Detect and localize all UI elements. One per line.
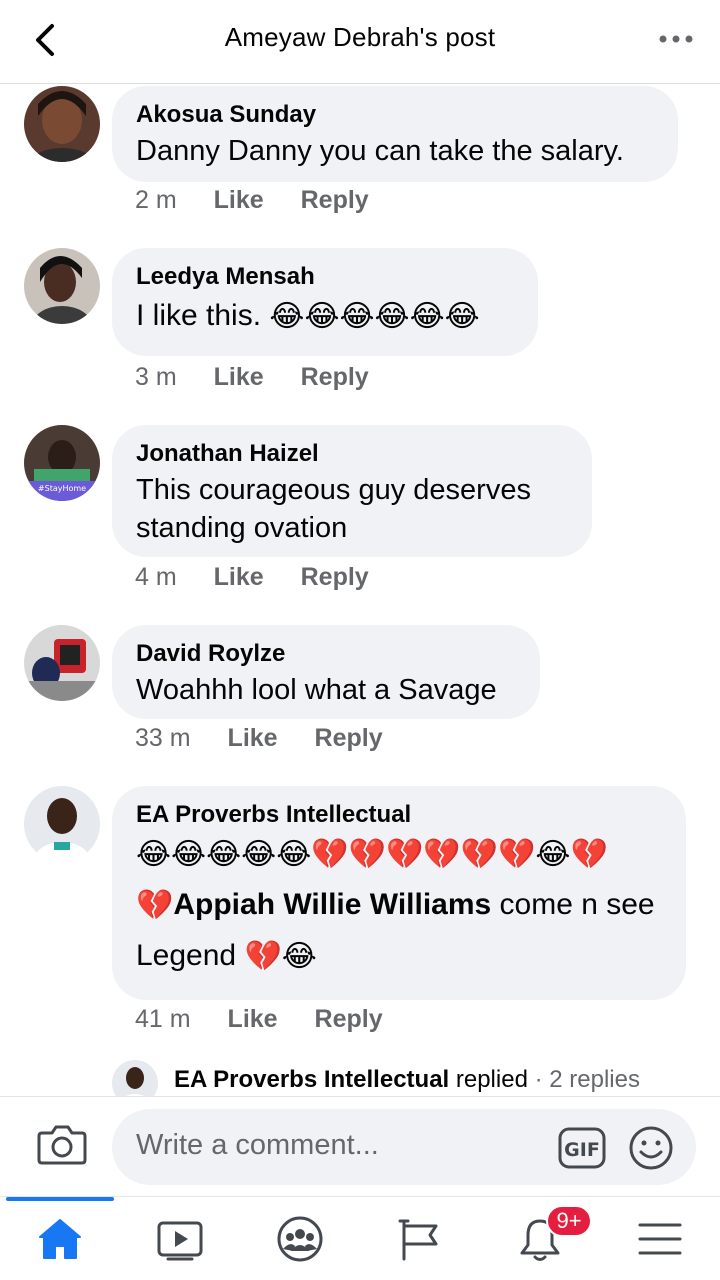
- comment-author[interactable]: David Roylze: [136, 639, 516, 669]
- tab-notifications[interactable]: 9+: [480, 1197, 600, 1280]
- tab-pages[interactable]: [360, 1197, 480, 1280]
- comment-input-placeholder: Write a comment...: [136, 1129, 379, 1161]
- like-button[interactable]: Like: [228, 1005, 278, 1034]
- flag-icon: [398, 1219, 438, 1261]
- emoji-sequence: 😂😂😂😂😂💔💔💔💔💔💔😂💔: [136, 837, 608, 873]
- tab-watch[interactable]: [120, 1197, 240, 1280]
- comment-bubble[interactable]: Akosua Sunday Danny Danny you can take t…: [112, 86, 678, 182]
- comment-time: 4 m: [135, 563, 177, 591]
- comment-meta: 2 m Like Reply: [135, 186, 399, 215]
- replies-summary: EA Proverbs Intellectual replied · 2 rep…: [174, 1066, 640, 1094]
- mention-link[interactable]: Appiah Willie Williams: [173, 888, 491, 921]
- like-button[interactable]: Like: [214, 186, 264, 215]
- comment-bubble[interactable]: Jonathan Haizel This courageous guy dese…: [112, 425, 592, 557]
- comment-text-line-3: Legend 💔😂: [136, 934, 662, 979]
- reply-count: · 2 replies: [527, 1066, 640, 1093]
- menu-icon: [638, 1223, 682, 1255]
- comment-text-after-mention: come n see: [491, 888, 655, 922]
- comment-time: 2 m: [135, 186, 177, 214]
- broken-heart-emoji: 💔: [136, 888, 174, 924]
- reply-button[interactable]: Reply: [315, 1005, 383, 1034]
- emoji-button[interactable]: [628, 1125, 674, 1171]
- comment-composer: Write a comment... GIF: [0, 1096, 720, 1196]
- page-title: Ameyaw Debrah's post: [224, 22, 496, 52]
- home-icon: [39, 1219, 81, 1259]
- comment-text-line-2: standing ovation: [136, 512, 348, 544]
- comment-bubble[interactable]: EA Proverbs Intellectual 😂😂😂😂😂💔💔💔💔💔💔😂💔 💔…: [112, 786, 686, 1000]
- notification-badge: 9+: [546, 1205, 592, 1237]
- comment-text-word: Legend: [136, 939, 245, 973]
- like-button[interactable]: Like: [228, 724, 278, 753]
- comment-meta: 41 m Like Reply: [135, 1005, 413, 1034]
- comment-author[interactable]: Leedya Mensah: [136, 262, 514, 292]
- camera-icon: [37, 1125, 87, 1165]
- comment-input[interactable]: Write a comment... GIF: [112, 1109, 696, 1185]
- laughing-emoji-group: 😂😂😂😂😂😂: [269, 299, 480, 335]
- reply-button[interactable]: Reply: [301, 186, 369, 215]
- gif-label: GIF: [564, 1139, 600, 1161]
- avatar[interactable]: [24, 786, 100, 862]
- comment-meta: 4 m Like Reply: [135, 563, 399, 592]
- comment-author[interactable]: EA Proverbs Intellectual: [136, 800, 662, 830]
- comment-author[interactable]: Akosua Sunday: [136, 100, 654, 130]
- comment-meta: 3 m Like Reply: [135, 363, 399, 392]
- smiley-icon: [629, 1126, 673, 1170]
- comment-text-words: I like this.: [136, 299, 262, 332]
- top-app-bar: Ameyaw Debrah's post: [0, 0, 720, 84]
- more-dots-icon: [659, 35, 693, 43]
- like-button[interactable]: Like: [214, 363, 264, 392]
- reply-author: EA Proverbs Intellectual: [174, 1066, 450, 1093]
- more-options-button[interactable]: [658, 30, 694, 48]
- emoji-line: 😂😂😂😂😂💔💔💔💔💔💔😂💔: [136, 832, 662, 877]
- comment-text: Danny Danny you can take the salary.: [136, 135, 624, 167]
- reply-button[interactable]: Reply: [301, 563, 369, 592]
- reply-action: replied: [449, 1066, 528, 1093]
- avatar-frame-text: #StayHome: [38, 484, 86, 493]
- like-button[interactable]: Like: [214, 563, 264, 592]
- avatar[interactable]: [24, 625, 100, 701]
- reply-button[interactable]: Reply: [301, 363, 369, 392]
- comment-text-line-1: This courageous guy deserves: [136, 474, 531, 506]
- comment-text: Woahhh lool what a Savage: [136, 674, 497, 706]
- comment-text: I like this. 😂😂😂😂😂😂: [136, 294, 514, 339]
- groups-icon: [277, 1216, 323, 1262]
- comment-author[interactable]: Jonathan Haizel: [136, 439, 568, 469]
- watch-icon: [157, 1221, 203, 1261]
- comments-list: Akosua Sunday Danny Danny you can take t…: [0, 84, 720, 1096]
- avatar[interactable]: #StayHome: [24, 425, 100, 501]
- active-tab-indicator: [6, 1197, 114, 1201]
- comment-bubble[interactable]: David Roylze Woahhh lool what a Savage: [112, 625, 540, 719]
- avatar[interactable]: [24, 86, 100, 162]
- tab-home[interactable]: [0, 1197, 120, 1280]
- gif-button[interactable]: GIF: [558, 1127, 606, 1169]
- comment-time: 3 m: [135, 363, 177, 391]
- comment-time: 33 m: [135, 724, 191, 752]
- comment-time: 41 m: [135, 1005, 191, 1033]
- comment-text-line-2: 💔Appiah Willie Williams come n see: [136, 883, 662, 928]
- comment-meta: 33 m Like Reply: [135, 724, 413, 753]
- avatar[interactable]: [24, 248, 100, 324]
- emoji-pair: 💔😂: [244, 939, 317, 975]
- avatar: [112, 1060, 158, 1096]
- reply-button[interactable]: Reply: [315, 724, 383, 753]
- bottom-tab-bar: 9+: [0, 1196, 720, 1280]
- camera-button[interactable]: [36, 1121, 88, 1167]
- tab-menu[interactable]: [600, 1197, 720, 1280]
- comment-bubble[interactable]: Leedya Mensah I like this. 😂😂😂😂😂😂: [112, 248, 538, 356]
- tab-groups[interactable]: [240, 1197, 360, 1280]
